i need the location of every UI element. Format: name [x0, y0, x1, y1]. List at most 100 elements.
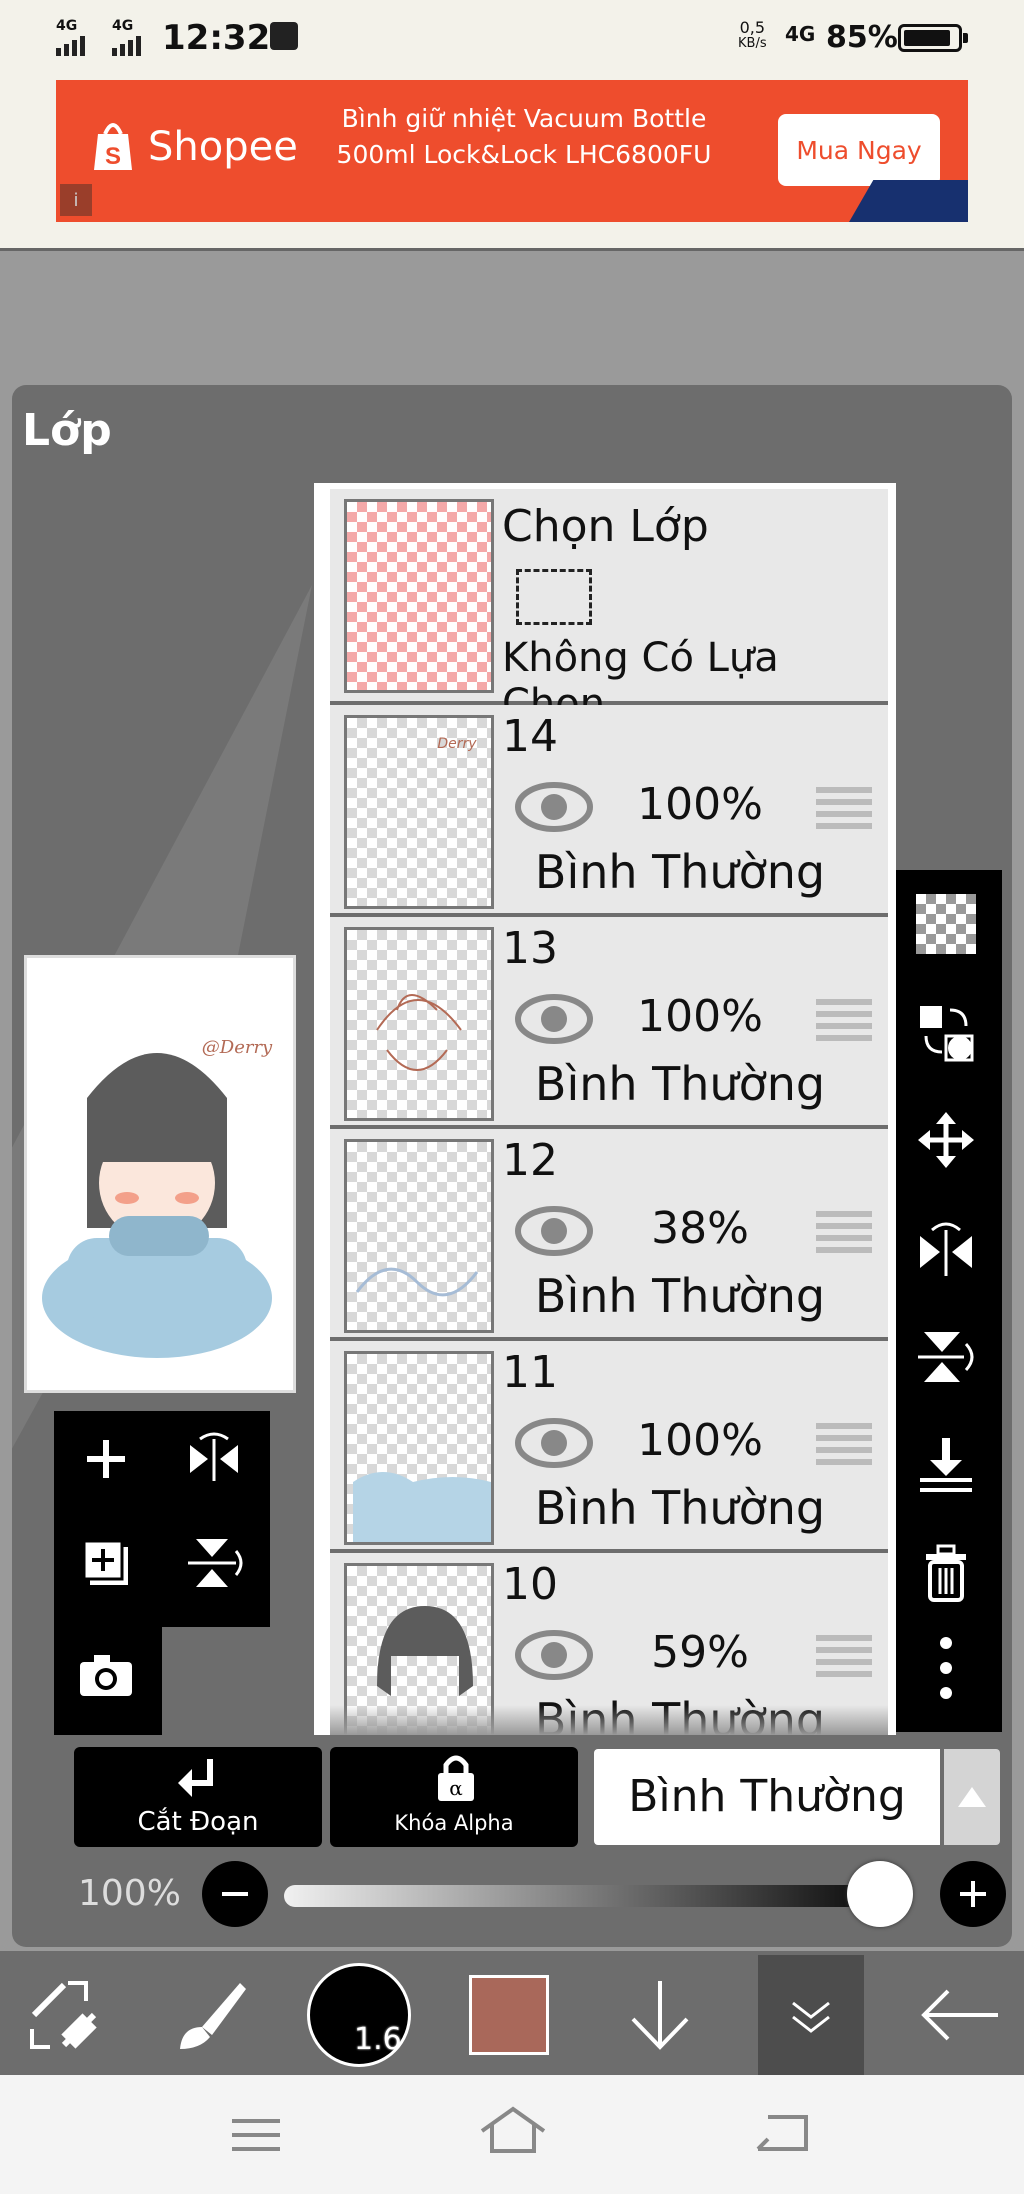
- swap-layer-button[interactable]: [916, 1002, 976, 1062]
- duplicate-layer-button[interactable]: [66, 1523, 146, 1603]
- layer-opacity[interactable]: 38%: [630, 1203, 770, 1254]
- opacity-slider-track[interactable]: [284, 1885, 904, 1907]
- visibility-eye-icon[interactable]: [514, 779, 594, 835]
- ad-banner[interactable]: S Shopee Bình giữ nhiệt Vacuum Bottle 50…: [56, 80, 968, 222]
- flip-horizontal-layer-button[interactable]: [174, 1419, 254, 1499]
- ad-info-icon[interactable]: i: [60, 184, 92, 216]
- layer-thumbnail: Derry: [344, 715, 494, 909]
- layer-thumbnail: [344, 1139, 494, 1333]
- more-options-button[interactable]: [916, 1637, 976, 1699]
- layer-number: 12: [502, 1135, 558, 1186]
- visibility-eye-icon[interactable]: [514, 1415, 594, 1471]
- flip-horizontal-button[interactable]: [916, 1218, 976, 1278]
- merge-down-button[interactable]: [916, 1434, 976, 1494]
- add-layer-button[interactable]: [66, 1419, 146, 1499]
- plus-icon-small: [960, 1881, 986, 1907]
- transparent-fill-button[interactable]: [916, 894, 976, 954]
- svg-text:Derry: Derry: [437, 736, 477, 752]
- svg-text:S: S: [105, 143, 121, 170]
- camera-icon: [80, 1655, 132, 1696]
- blend-mode-dropdown[interactable]: [944, 1749, 1000, 1845]
- visibility-eye-icon[interactable]: [514, 991, 594, 1047]
- clipping-label: Cắt Đoạn: [137, 1807, 259, 1837]
- layers-button[interactable]: [758, 1955, 864, 2075]
- ad-decoration: [838, 180, 968, 222]
- move-down-button[interactable]: [620, 1955, 700, 2075]
- character-illustration: @Derry: [42, 1037, 273, 1358]
- clipping-button[interactable]: Cắt Đoạn: [74, 1747, 322, 1847]
- triangle-up-icon: [958, 1787, 986, 1807]
- layer-blend-mode: Bình Thường: [534, 845, 826, 899]
- battery-percent: 85%: [826, 20, 898, 55]
- move-icon: [918, 1112, 974, 1168]
- move-button[interactable]: [916, 1110, 976, 1170]
- selection-marquee-icon: [516, 569, 592, 625]
- flip-vertical-button[interactable]: [916, 1326, 976, 1386]
- layer-row[interactable]: 13 100% Bình Thường: [330, 917, 888, 1129]
- trash-icon: [926, 1544, 966, 1602]
- menu-icon[interactable]: [228, 2115, 284, 2155]
- battery-icon: [898, 24, 968, 52]
- brush-size-button[interactable]: 1.6: [304, 1955, 414, 2075]
- alpha-lock-button[interactable]: α Khóa Alpha: [330, 1747, 578, 1847]
- shopee-brand: Shopee: [148, 124, 298, 170]
- status-bar: 4G 4G 12:32 0,5 KB/s 4G 85%: [0, 0, 1024, 78]
- signal-icon: [56, 36, 85, 56]
- drag-handle-icon[interactable]: [816, 1423, 872, 1467]
- layer-opacity[interactable]: 100%: [630, 991, 770, 1042]
- shopee-bag-icon: S: [94, 123, 132, 170]
- ad-banner-container: S Shopee Bình giữ nhiệt Vacuum Bottle 50…: [0, 78, 1024, 251]
- opacity-increase-button[interactable]: [940, 1861, 1006, 1927]
- selection-title: Chọn Lớp: [502, 501, 709, 552]
- drag-handle-icon[interactable]: [816, 1211, 872, 1255]
- flip-vertical-layer-button[interactable]: [174, 1523, 254, 1603]
- brush-size-value: 1.6: [354, 2022, 402, 2057]
- home-icon[interactable]: [478, 2105, 548, 2155]
- drag-handle-icon[interactable]: [816, 787, 872, 831]
- visibility-eye-icon[interactable]: [514, 1203, 594, 1259]
- network-speed: 0,5 KB/s: [738, 20, 767, 52]
- panel-title: Lớp: [22, 405, 112, 456]
- ad-cta-button[interactable]: Mua Ngay: [778, 114, 940, 186]
- delete-layer-button[interactable]: [916, 1542, 976, 1602]
- clip-arrow-icon: [178, 1759, 213, 1797]
- back-nav-icon[interactable]: [752, 2111, 812, 2155]
- visibility-eye-icon[interactable]: [514, 1627, 594, 1683]
- back-arrow-button[interactable]: [910, 1955, 1010, 2075]
- merge-down-icon: [920, 1438, 972, 1492]
- arrow-left-icon: [921, 1989, 998, 2041]
- signal-icon-2: [112, 36, 141, 56]
- layer-row[interactable]: Derry 14 100% Bình Thường: [330, 705, 888, 917]
- opacity-decrease-button[interactable]: [202, 1861, 268, 1927]
- transform-tool-button[interactable]: [14, 1955, 114, 2075]
- layer-blend-mode: Bình Thường: [534, 1269, 826, 1323]
- layer-row[interactable]: 12 38% Bình Thường: [330, 1129, 888, 1341]
- opacity-slider-knob[interactable]: [847, 1861, 913, 1927]
- chevron-double-down-icon: [792, 2001, 830, 2033]
- arrow-down-icon: [631, 1981, 689, 2050]
- drag-handle-icon[interactable]: [816, 1635, 872, 1679]
- speed-value: 0,5: [739, 18, 766, 37]
- color-swatch: [469, 1975, 549, 2055]
- camera-button[interactable]: [66, 1635, 146, 1715]
- layer-opacity[interactable]: 100%: [630, 779, 770, 830]
- duplicate-icon: [82, 1539, 128, 1585]
- flip-vertical-icon-2: [918, 1332, 974, 1382]
- blend-mode-select[interactable]: Bình Thường: [594, 1749, 940, 1845]
- brush-size-circle: 1.6: [307, 1963, 411, 2067]
- color-button[interactable]: [466, 1955, 552, 2075]
- selection-layer[interactable]: Chọn Lớp Không Có Lựa Chọn: [330, 489, 888, 727]
- layer-row[interactable]: 11 100% Bình Thường: [330, 1341, 888, 1553]
- swap-icon: [920, 1006, 974, 1062]
- layer-row[interactable]: 10 59% Bình Thường: [330, 1553, 888, 1735]
- canvas-preview[interactable]: @Derry: [24, 955, 296, 1393]
- drag-handle-icon[interactable]: [816, 999, 872, 1043]
- layer-opacity[interactable]: 59%: [630, 1627, 770, 1678]
- layer-number: 10: [502, 1559, 558, 1610]
- minus-icon: [222, 1892, 248, 1896]
- brush-tool-button[interactable]: [160, 1955, 260, 2075]
- checker-icon: [916, 894, 976, 954]
- layer-opacity[interactable]: 100%: [630, 1415, 770, 1466]
- layer-blend-mode: Bình Thường: [534, 1481, 826, 1535]
- layer-number: 13: [502, 923, 558, 974]
